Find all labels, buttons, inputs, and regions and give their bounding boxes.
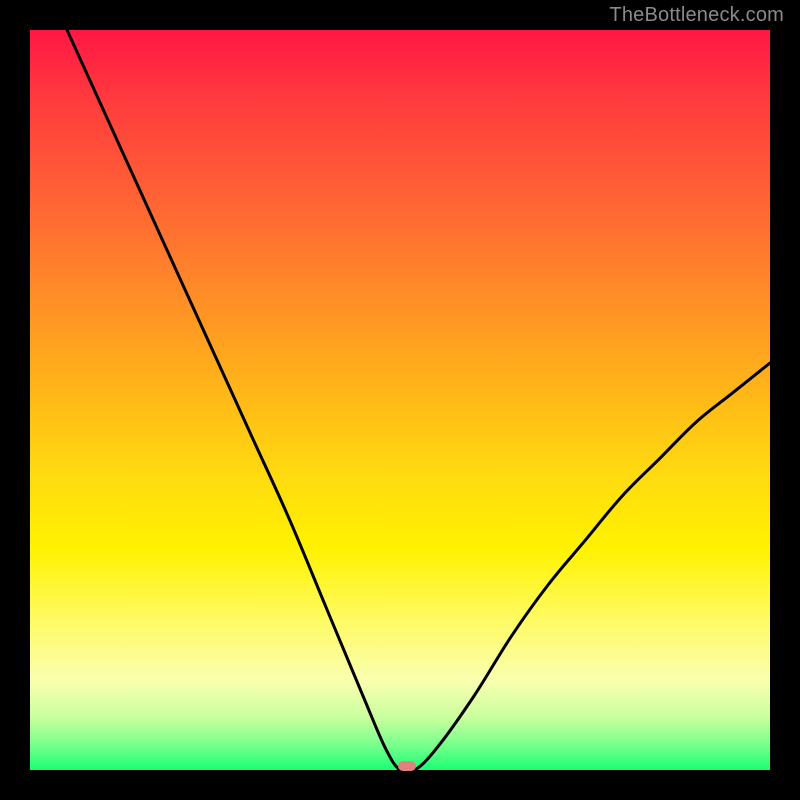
bottleneck-curve xyxy=(30,30,770,770)
minimum-marker xyxy=(398,761,416,771)
chart-frame: TheBottleneck.com xyxy=(0,0,800,800)
plot-area xyxy=(30,30,770,770)
watermark-label: TheBottleneck.com xyxy=(609,4,784,27)
